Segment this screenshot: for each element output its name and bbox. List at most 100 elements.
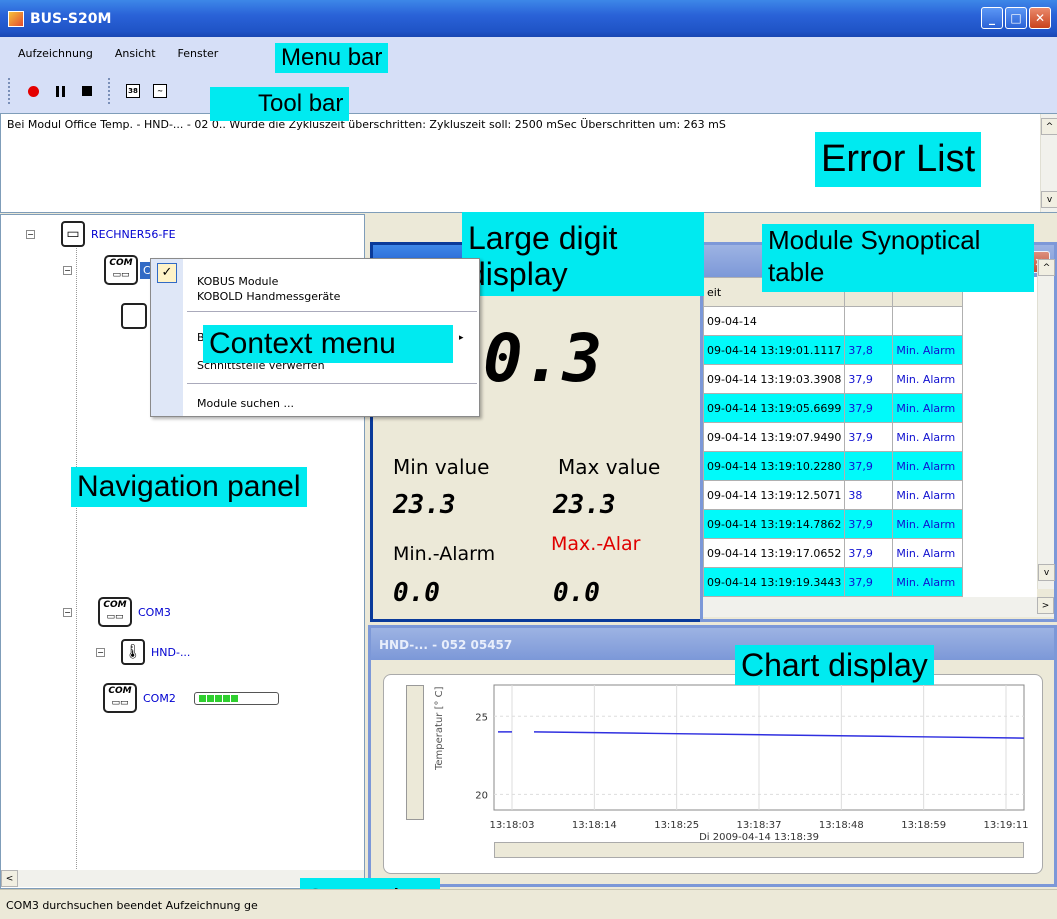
tree-node-hnd[interactable]: − 🌡 HND-... bbox=[96, 639, 190, 665]
com2-label: COM2 bbox=[143, 691, 176, 705]
com3-label: COM3 bbox=[138, 605, 171, 619]
cell-time: 09-04-14 13:19:01.1117 bbox=[703, 335, 846, 365]
record-button[interactable] bbox=[21, 79, 45, 103]
app-icon bbox=[8, 10, 24, 27]
scroll-down-icon[interactable]: v bbox=[1041, 191, 1057, 208]
tree-node-com3[interactable]: − COM ▭▭ COM3 bbox=[63, 597, 171, 627]
table-row[interactable]: 09-04-14 13:19:10.2280 37,9 Min. Alarm bbox=[703, 451, 964, 481]
cell-time: 09-04-14 13:19:12.5071 bbox=[703, 480, 846, 510]
stop-icon bbox=[82, 86, 92, 96]
annotation-tool-bar: Tool bar bbox=[210, 87, 350, 121]
synoptical-vscrollbar[interactable]: ^ v bbox=[1037, 259, 1055, 589]
context-item-kobold-label[interactable]: KOBOLD Handmessgeräte bbox=[197, 289, 340, 304]
thermometer-icon: 🌡 bbox=[121, 639, 145, 665]
error-list-scrollbar[interactable]: ^ v bbox=[1040, 114, 1057, 212]
collapse-icon[interactable]: − bbox=[26, 229, 35, 239]
pause-button[interactable] bbox=[48, 79, 72, 103]
cell-value: 37,9 bbox=[844, 393, 894, 423]
table-row[interactable]: 09-04-14 13:19:03.3908 37,9 Min. Alarm bbox=[703, 364, 964, 394]
synoptical-table-area: eit 09-04-14 09-04-14 13:19:01.1117 37,8 Mi… bbox=[703, 277, 1037, 597]
computer-icon: ▭ bbox=[61, 221, 85, 247]
maximize-button[interactable]: □ bbox=[1005, 7, 1027, 29]
module-icon bbox=[121, 303, 147, 329]
large-digit-button[interactable]: 38 bbox=[121, 79, 145, 103]
min-value: 23.3 bbox=[393, 490, 456, 520]
table-row[interactable]: 09-04-14 bbox=[703, 306, 964, 336]
cell-time: 09-04-14 13:19:10.2280 bbox=[703, 451, 846, 481]
cell-time: 09-04-14 13:19:14.7862 bbox=[703, 509, 846, 539]
annotation-menu-bar: Menu bar bbox=[275, 43, 389, 73]
synoptical-table: eit 09-04-14 09-04-14 13:19:01.1117 37,8 Mi… bbox=[703, 277, 964, 597]
menu-aufzeichnung[interactable]: Aufzeichnung bbox=[18, 47, 93, 60]
x-tick-label: 13:18:59 bbox=[901, 820, 946, 831]
menu-bar: Aufzeichnung Ansicht Fenster bbox=[0, 37, 1057, 69]
tree-node-com2[interactable]: COM ▭▭ COM2 bbox=[103, 683, 279, 713]
cell-value: 37,9 bbox=[844, 509, 894, 539]
table-row[interactable]: 09-04-14 13:19:05.6699 37,9 Min. Alarm bbox=[703, 393, 964, 423]
table-row[interactable]: 09-04-14 13:19:19.3443 37,9 Min. Alarm bbox=[703, 567, 964, 597]
x-scroll[interactable] bbox=[494, 842, 1024, 858]
context-separator bbox=[187, 311, 477, 312]
context-item-kobus[interactable]: KOBUS Module KOBOLD Handmessgeräte bbox=[197, 274, 340, 304]
window-title: BUS-S20M bbox=[30, 10, 112, 27]
context-item-kobus-label: KOBUS Module bbox=[197, 275, 279, 288]
scroll-right-icon[interactable]: > bbox=[1037, 597, 1054, 614]
cell-status: Min. Alarm bbox=[892, 393, 964, 423]
tool-bar: 38 ~ bbox=[0, 69, 1057, 113]
title-bar: BUS-S20M bbox=[0, 0, 1057, 37]
minimize-button[interactable]: _ bbox=[981, 7, 1003, 29]
error-message: Bei Modul Office Temp. - HND-... - 02 0.… bbox=[7, 118, 726, 131]
table-row[interactable]: 09-04-14 13:19:01.1117 37,8 Min. Alarm bbox=[703, 335, 964, 365]
table-row[interactable]: 09-04-14 13:19:17.0652 37,9 Min. Alarm bbox=[703, 538, 964, 568]
status-text: COM3 durchsuchen beendet Aufzeichnung ge bbox=[6, 899, 258, 912]
tree-node-com-a[interactable]: − COM ▭▭ C bbox=[63, 255, 154, 285]
chart-button[interactable]: ~ bbox=[148, 79, 172, 103]
status-bar: COM3 durchsuchen beendet Aufzeichnung ge bbox=[0, 889, 1057, 919]
toolbar-grip[interactable] bbox=[8, 78, 11, 104]
collapse-icon[interactable]: − bbox=[63, 265, 72, 275]
window-controls: _ □ ✕ bbox=[981, 7, 1051, 29]
cell-time: 09-04-14 13:19:19.3443 bbox=[703, 567, 846, 597]
scroll-up-icon[interactable]: ^ bbox=[1038, 259, 1055, 276]
scroll-up-icon[interactable]: ^ bbox=[1041, 118, 1057, 135]
cell-time: 09-04-14 13:19:07.9490 bbox=[703, 422, 846, 452]
close-button[interactable]: ✕ bbox=[1029, 7, 1051, 29]
stop-button[interactable] bbox=[75, 79, 99, 103]
context-item-module-suchen[interactable]: Module suchen ... bbox=[197, 397, 294, 410]
tree-node-root[interactable]: − ▭ RECHNER56-FE bbox=[26, 221, 176, 247]
annotation-module-synoptical: Module Synoptical table bbox=[762, 224, 1034, 292]
collapse-icon[interactable]: − bbox=[96, 647, 105, 657]
table-row[interactable]: 09-04-14 13:19:14.7862 37,9 Min. Alarm bbox=[703, 509, 964, 539]
cell-status: Min. Alarm bbox=[892, 480, 964, 510]
context-separator bbox=[187, 383, 477, 384]
table-row[interactable]: 09-04-14 13:19:12.5071 38 Min. Alarm bbox=[703, 480, 964, 510]
x-tick-label: 13:18:25 bbox=[654, 820, 699, 831]
cell-value: 37,9 bbox=[844, 538, 894, 568]
cell-value: 37,9 bbox=[844, 422, 894, 452]
synoptical-window: ✕ eit 09-04-1409-04-14 13:19:01.111737,8… bbox=[700, 242, 1057, 622]
cell-status: Min. Alarm bbox=[892, 364, 964, 394]
synoptical-hscrollbar[interactable]: > bbox=[703, 597, 1054, 617]
cell-value: 37,9 bbox=[844, 451, 894, 481]
cell-time: 09-04-14 13:19:03.3908 bbox=[703, 364, 846, 394]
scroll-down-icon[interactable]: v bbox=[1038, 564, 1055, 581]
x-tick-label: 13:19:11 bbox=[984, 820, 1029, 831]
cell-value: 37,8 bbox=[844, 335, 894, 365]
record-icon bbox=[27, 85, 39, 97]
menu-fenster[interactable]: Fenster bbox=[178, 47, 219, 60]
root-label: RECHNER56-FE bbox=[91, 227, 176, 241]
table-row[interactable]: 09-04-14 13:19:07.9490 37,9 Min. Alarm bbox=[703, 422, 964, 452]
submenu-arrow-icon: ▸ bbox=[459, 333, 464, 343]
cell-value: 38 bbox=[844, 480, 894, 510]
chart-window: HND-... - 052 05457 13:18:03 13:18:14 13:1… bbox=[368, 625, 1057, 887]
pause-icon bbox=[55, 85, 65, 97]
menu-ansicht[interactable]: Ansicht bbox=[115, 47, 156, 60]
annotation-large-digit: Large digit display bbox=[462, 212, 704, 296]
current-value: 0.3 bbox=[483, 320, 603, 397]
annotation-chart-display: Chart display bbox=[735, 645, 934, 685]
scan-progress bbox=[193, 691, 279, 705]
max-alarm-value: 0.0 bbox=[553, 578, 600, 608]
cell-status bbox=[892, 306, 964, 336]
scroll-left-icon[interactable]: < bbox=[1, 870, 18, 887]
collapse-icon[interactable]: − bbox=[63, 607, 72, 617]
